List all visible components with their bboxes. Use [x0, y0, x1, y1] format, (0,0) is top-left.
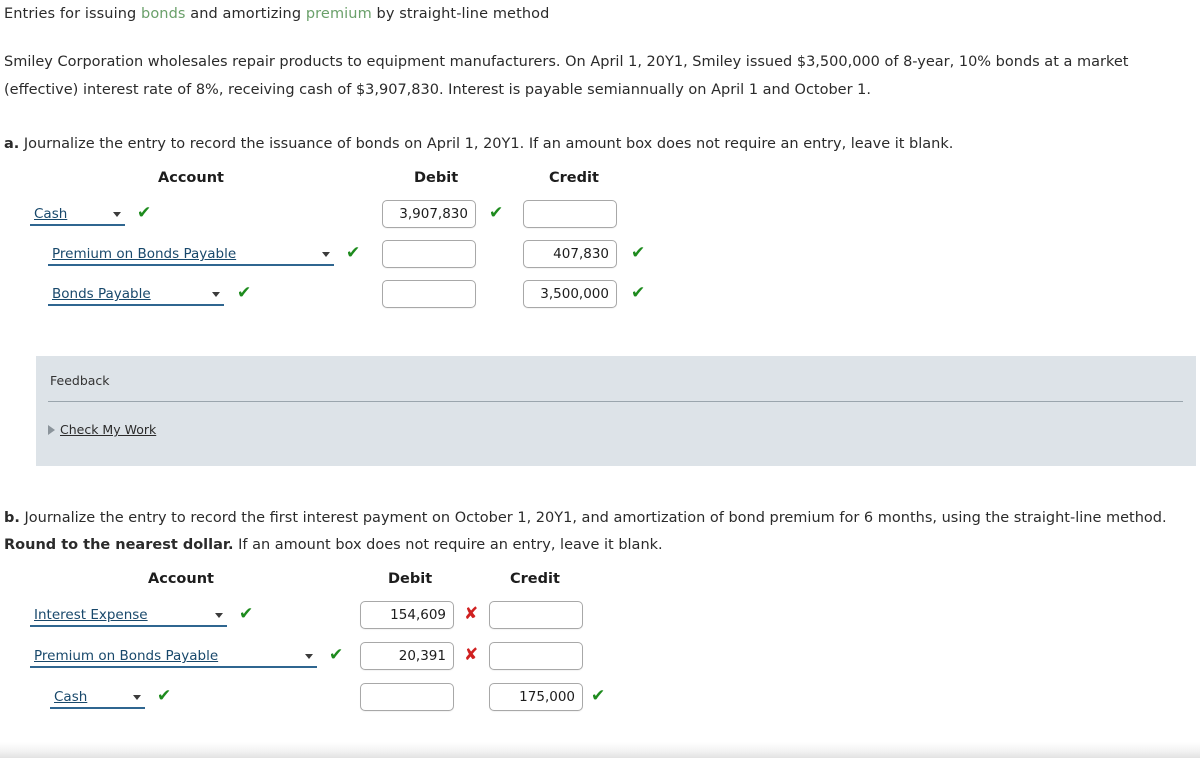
debit-incorrect-icon: ✘ — [464, 604, 479, 624]
credit-correct-icon: ✔ — [631, 243, 646, 263]
exercise-page: Entries for issuing bonds and amortizing… — [0, 0, 1200, 758]
feedback-title: Feedback — [50, 373, 110, 388]
debit-input-b-2[interactable]: 20,391 — [360, 642, 454, 670]
credit-input-a-2[interactable]: 407,830 — [523, 240, 617, 268]
chevron-down-icon — [322, 251, 330, 257]
header-credit-b: Credit — [510, 571, 560, 587]
account-correct-icon: ✔ — [329, 645, 344, 665]
account-select-a-3[interactable]: Bonds Payable — [48, 284, 224, 306]
account-select-a-2[interactable]: Premium on Bonds Payable — [48, 244, 334, 266]
account-select-label: Cash — [34, 206, 68, 222]
header-account-b: Account — [148, 571, 214, 587]
part-a-prompt: a. Journalize the entry to record the is… — [4, 131, 1194, 158]
debit-input-a-3[interactable] — [382, 280, 476, 308]
debit-input-a-1[interactable]: 3,907,830 — [382, 200, 476, 228]
credit-correct-icon: ✔ — [591, 686, 606, 706]
account-correct-icon: ✔ — [239, 604, 254, 624]
account-correct-icon: ✔ — [237, 283, 252, 303]
debit-incorrect-icon: ✘ — [464, 645, 479, 665]
debit-input-b-1[interactable]: 154,609 — [360, 601, 454, 629]
credit-input-b-2[interactable] — [489, 642, 583, 670]
feedback-panel: Feedback Check My Work — [36, 356, 1196, 466]
debit-input-a-2[interactable] — [382, 240, 476, 268]
feedback-divider — [48, 401, 1183, 402]
chevron-down-icon — [305, 653, 313, 659]
check-my-work-toggle[interactable]: Check My Work — [48, 422, 156, 437]
problem-description: Smiley Corporation wholesales repair pro… — [4, 54, 1129, 98]
credit-input-b-3[interactable]: 175,000 — [489, 683, 583, 711]
debit-correct-icon: ✔ — [489, 203, 504, 223]
part-b-prompt-bold: Round to the nearest dollar. — [4, 537, 234, 553]
chevron-down-icon — [215, 612, 223, 618]
header-debit-a: Debit — [414, 170, 459, 186]
title-part-1: Entries for issuing — [4, 6, 142, 22]
credit-input-b-1[interactable] — [489, 601, 583, 629]
part-a-prompt-text: Journalize the entry to record the issua… — [23, 136, 954, 152]
page-title: Entries for issuing bonds and amortizing… — [4, 6, 549, 22]
account-select-b-2[interactable]: Premium on Bonds Payable — [30, 646, 317, 668]
credit-input-a-3[interactable]: 3,500,000 — [523, 280, 617, 308]
account-correct-icon: ✔ — [157, 686, 172, 706]
check-my-work-label: Check My Work — [60, 422, 157, 437]
chevron-down-icon — [212, 291, 220, 297]
chevron-down-icon — [133, 694, 141, 700]
part-b-prompt-text-2: If an amount box does not require an ent… — [233, 537, 663, 553]
account-select-label: Premium on Bonds Payable — [34, 648, 219, 664]
title-part-3: by straight-line method — [371, 6, 550, 22]
account-correct-icon: ✔ — [346, 243, 361, 263]
part-b-letter: b. — [4, 510, 20, 526]
title-keyword-bonds: bonds — [141, 6, 186, 22]
account-select-label: Cash — [54, 689, 88, 705]
header-credit-a: Credit — [549, 170, 599, 186]
part-b-prompt: b. Journalize the entry to record the fi… — [4, 505, 1194, 559]
account-select-b-3[interactable]: Cash — [50, 687, 145, 709]
bottom-bar — [0, 742, 1200, 758]
chevron-down-icon — [113, 211, 121, 217]
account-select-label: Premium on Bonds Payable — [52, 246, 237, 262]
account-select-label: Bonds Payable — [52, 286, 151, 302]
triangle-right-icon — [48, 424, 55, 435]
account-select-b-1[interactable]: Interest Expense — [30, 605, 227, 627]
header-debit-b: Debit — [388, 571, 433, 587]
title-part-2: and amortizing — [185, 6, 306, 22]
account-select-label: Interest Expense — [34, 607, 148, 623]
account-correct-icon: ✔ — [137, 203, 152, 223]
credit-correct-icon: ✔ — [631, 283, 646, 303]
credit-input-a-1[interactable] — [523, 200, 617, 228]
title-keyword-premium: premium — [305, 6, 372, 22]
header-account-a: Account — [158, 170, 224, 186]
part-a-letter: a. — [4, 136, 20, 152]
account-select-a-1[interactable]: Cash — [30, 204, 125, 226]
debit-input-b-3[interactable] — [360, 683, 454, 711]
part-b-prompt-text-1: Journalize the entry to record the first… — [24, 510, 1167, 526]
